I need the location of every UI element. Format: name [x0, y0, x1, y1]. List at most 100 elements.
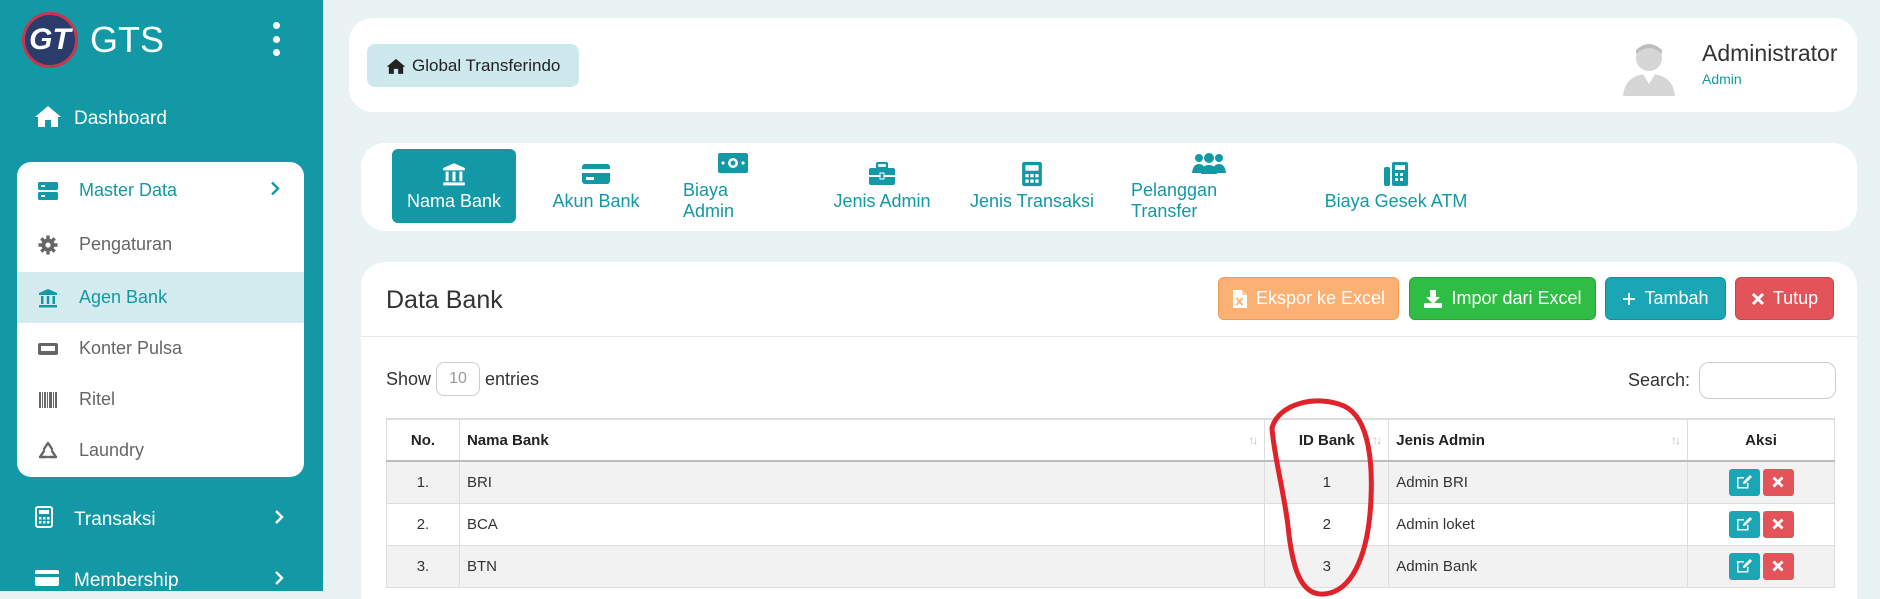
delete-button[interactable] — [1762, 552, 1794, 580]
close-button[interactable]: Tutup — [1735, 277, 1834, 320]
master-data-panel: Master Data Pengaturan Agen Bank Konter … — [17, 162, 304, 477]
breadcrumb[interactable]: Global Transferindo — [367, 44, 580, 87]
tab-nama-bank[interactable]: Nama Bank — [392, 149, 516, 223]
column-header-jenis-admin[interactable]: Jenis Admin ↑↓ — [1388, 418, 1689, 462]
export-excel-button[interactable]: Ekspor ke Excel — [1218, 277, 1399, 320]
column-header-no[interactable]: No. — [386, 418, 460, 462]
search-label: Search: — [1628, 370, 1691, 390]
master-tabs: Nama Bank Akun Bank Biaya Admin Jenis Ad… — [361, 143, 1857, 231]
bank-icon — [35, 288, 61, 308]
cell-id-bank: 1 — [1264, 460, 1390, 504]
tab-label: Pelanggan Transfer — [1131, 180, 1218, 221]
sidebar: GT GTS Dashboard Master Data Pengaturan — [0, 0, 323, 591]
top-header: Global Transferindo Administrator Admin — [349, 18, 1857, 112]
delete-button[interactable] — [1762, 468, 1794, 496]
user-role: Admin — [1702, 71, 1742, 87]
cell-nama-bank: BTN — [458, 544, 1266, 588]
edit-button[interactable] — [1728, 468, 1760, 496]
search-input[interactable] — [1699, 362, 1837, 399]
entries-label: entries — [485, 368, 540, 389]
column-header-id-bank[interactable]: ID Bank ↑↓ — [1264, 418, 1390, 462]
id-card-icon — [34, 568, 62, 594]
search-control: Search: — [1628, 362, 1837, 399]
sidebar-item-konter-pulsa[interactable]: Konter Pulsa — [17, 323, 304, 374]
home-icon — [386, 58, 406, 74]
card-title: Data Bank — [386, 286, 503, 314]
tab-label: Akun Bank — [552, 190, 640, 211]
brand[interactable]: GT GTS — [22, 12, 164, 68]
sidebar-item-label: Membership — [74, 570, 179, 591]
sidebar-item-ritel[interactable]: Ritel — [17, 374, 304, 425]
cell-id-bank: 2 — [1264, 502, 1390, 546]
button-label: Ekspor ke Excel — [1255, 288, 1386, 308]
tab-label: Jenis Admin — [833, 190, 931, 211]
close-icon — [1772, 476, 1784, 488]
sidebar-item-transaksi[interactable]: Transaksi — [34, 506, 284, 534]
user-name: Administrator — [1702, 40, 1838, 66]
sidebar-item-dashboard[interactable]: Dashboard — [34, 104, 167, 134]
tab-biaya-gesek-atm[interactable]: Biaya Gesek ATM — [1323, 149, 1469, 223]
cell-no: 2. — [386, 502, 460, 546]
cell-jenis-admin: Admin Bank — [1388, 544, 1689, 588]
import-excel-button[interactable]: Impor dari Excel — [1409, 277, 1596, 320]
tab-label: Jenis Transaksi — [969, 190, 1095, 211]
cell-nama-bank: BCA — [458, 502, 1266, 546]
avatar[interactable] — [1619, 36, 1679, 96]
chevron-right-icon — [270, 180, 280, 201]
file-excel-icon — [1232, 289, 1247, 308]
chevron-right-icon — [274, 570, 284, 592]
sidebar-item-agen-bank[interactable]: Agen Bank — [17, 272, 304, 323]
sidebar-item-master-data[interactable]: Master Data — [17, 165, 304, 216]
sidebar-item-label: Agen Bank — [79, 287, 168, 307]
table-row: 2. BCA 2 Admin loket — [386, 502, 1835, 546]
brand-logo: GT — [22, 12, 78, 68]
chevron-right-icon — [274, 509, 284, 531]
table-row: 3. BTN 3 Admin Bank — [386, 544, 1835, 588]
sidebar-item-label: Ritel — [79, 389, 116, 409]
header-label: Jenis Admin — [1396, 431, 1485, 449]
tab-pelanggan-transfer[interactable]: Pelanggan Transfer — [1131, 149, 1287, 223]
server-icon — [35, 181, 61, 201]
close-icon — [1772, 560, 1784, 572]
cell-jenis-admin: Admin loket — [1388, 502, 1689, 546]
barcode-icon — [35, 391, 61, 409]
sidebar-item-label: Transaksi — [74, 509, 156, 530]
header-label: ID Bank — [1298, 431, 1355, 449]
sort-icon: ↑↓ — [1671, 433, 1681, 447]
entries-select[interactable]: 10 — [436, 362, 481, 396]
sidebar-item-label: Konter Pulsa — [79, 338, 183, 358]
delete-button[interactable] — [1762, 510, 1794, 538]
edit-button[interactable] — [1728, 552, 1760, 580]
sidebar-item-label: Pengaturan — [79, 234, 173, 254]
download-icon — [1424, 289, 1443, 308]
tab-biaya-admin[interactable]: Biaya Admin — [683, 149, 783, 223]
button-label: Tutup — [1772, 288, 1819, 308]
sidebar-item-membership[interactable]: Membership — [34, 568, 284, 594]
add-button[interactable]: Tambah — [1605, 277, 1726, 320]
sort-icon: ↑↓ — [1372, 433, 1382, 447]
tab-akun-bank[interactable]: Akun Bank — [541, 149, 651, 223]
close-icon — [1751, 292, 1764, 305]
column-header-nama-bank[interactable]: Nama Bank ↑↓ — [458, 418, 1266, 462]
sidebar-item-pengaturan[interactable]: Pengaturan — [17, 219, 304, 270]
cell-aksi — [1687, 460, 1835, 504]
home-icon — [34, 104, 62, 134]
printer-icon — [35, 340, 61, 358]
cell-id-bank: 3 — [1264, 544, 1390, 588]
tab-jenis-admin[interactable]: Jenis Admin — [832, 149, 932, 223]
calculator-icon — [34, 506, 62, 534]
sort-icon: ↑↓ — [1248, 433, 1258, 447]
sidebar-item-label: Dashboard — [74, 108, 167, 129]
gear-icon — [35, 235, 61, 255]
bank-table: No. Nama Bank ↑↓ ID Bank ↑↓ Jenis Admin ↑↓ … — [386, 418, 1835, 588]
button-label: Impor dari Excel — [1451, 288, 1582, 308]
tab-label: Biaya Gesek ATM — [1324, 190, 1468, 211]
edit-button[interactable] — [1728, 510, 1760, 538]
page-length-control: Show 10 entries — [386, 362, 539, 396]
sidebar-item-laundry[interactable]: Laundry — [17, 425, 304, 476]
tab-jenis-transaksi[interactable]: Jenis Transaksi — [969, 149, 1095, 223]
kebab-menu-icon[interactable] — [270, 22, 282, 56]
cell-nama-bank: BRI — [458, 460, 1266, 504]
recycle-icon — [35, 441, 61, 461]
fax-icon — [1383, 161, 1409, 187]
